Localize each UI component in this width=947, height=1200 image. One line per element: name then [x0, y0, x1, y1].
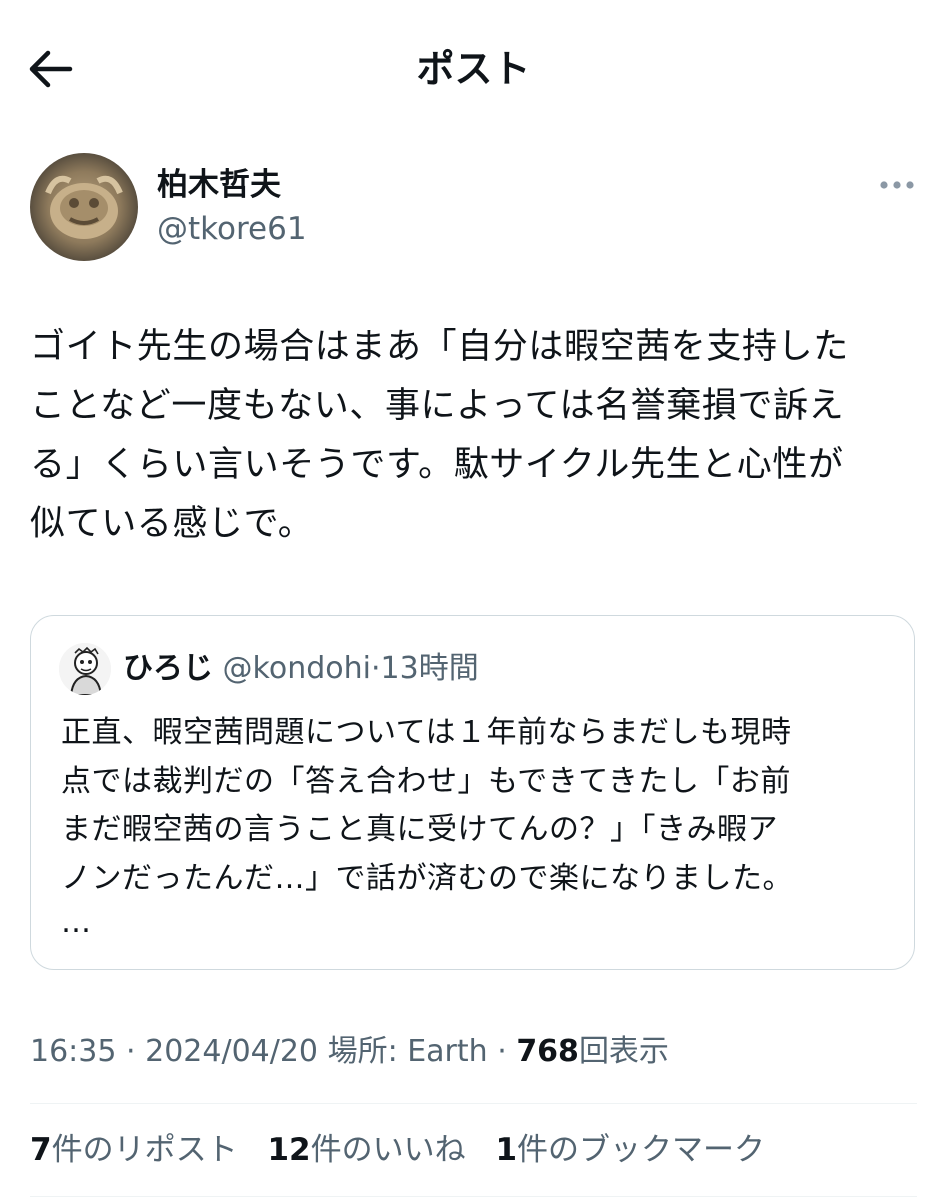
more-options-button[interactable]	[874, 170, 920, 200]
page-title: ポスト	[416, 47, 531, 91]
quoted-text-line: ノンだったんだ…」で話が済むので楽になりました。	[61, 860, 793, 896]
post-text: ゴイト先生の場合はまあ「自分は暇空茜を支持した ことなど一度もない、事によっては…	[30, 318, 925, 554]
divider	[30, 1103, 917, 1104]
separator-dot: ·	[126, 1034, 136, 1069]
bookmarks-count: 1	[495, 1132, 518, 1168]
quoted-post-card[interactable]: ひろじ @kondohi·13時間 正直、暇空茜問題については１年前ならまだしも…	[30, 615, 915, 970]
post-location: 場所: Earth	[327, 1034, 488, 1069]
post-text-line: 似ている感じで。	[30, 504, 314, 544]
author-name[interactable]: 柏木哲夫	[157, 164, 281, 206]
view-count: 768	[516, 1034, 579, 1069]
post-date[interactable]: 2024/04/20	[145, 1034, 318, 1069]
likes-label: 件のいいね	[310, 1132, 466, 1168]
reposts-count: 7	[30, 1132, 52, 1168]
top-bar: ポスト	[0, 0, 947, 140]
crab-avatar-image	[30, 153, 138, 261]
quoted-text-line: まだ暇空茜の言うこと真に受けてんの？」「きみ暇ア	[61, 812, 778, 847]
post-text-line: る」くらい言いそうです。駄サイクル先生と心性が	[30, 445, 844, 485]
quoted-post-header: ひろじ @kondohi·13時間	[123, 649, 479, 689]
separator-dot: ·	[370, 651, 381, 686]
reposts-count-link[interactable]: 7件のリポスト	[30, 1132, 238, 1168]
author-handle[interactable]: @tkore61	[157, 208, 307, 250]
post-text-line: ことなど一度もない、事によっては名誉棄損で訴え	[30, 386, 845, 426]
likes-count-link[interactable]: 12件のいいね	[267, 1132, 465, 1168]
post-text-line: ゴイト先生の場合はまあ「自分は暇空茜を支持した	[30, 327, 849, 367]
quoted-text-line: 正直、暇空茜問題については１年前ならまだしも現時	[61, 715, 792, 750]
post-time[interactable]: 16:35	[30, 1034, 116, 1069]
quoted-post-time: 13時間	[380, 651, 479, 686]
bookmarks-label: 件のブックマーク	[517, 1132, 766, 1168]
engagement-stats: 7件のリポスト 12件のいいね 1件のブックマーク	[30, 1128, 785, 1172]
view-count-label: 回表示	[578, 1034, 669, 1069]
likes-count: 12	[267, 1132, 311, 1168]
quoted-author-name: ひろじ	[123, 651, 213, 686]
quoted-post-text: 正直、暇空茜問題については１年前ならまだしも現時 点では裁判だの「答え合わせ」も…	[61, 709, 901, 903]
reposts-label: 件のリポスト	[51, 1132, 238, 1168]
divider	[30, 1196, 917, 1197]
author-avatar[interactable]	[30, 153, 138, 261]
quoted-text-line: 点では裁判だの「答え合わせ」もできてきたし「お前	[61, 763, 791, 799]
quoted-text-ellipsis: …	[61, 905, 91, 940]
bookmarks-count-link[interactable]: 1件のブックマーク	[495, 1132, 765, 1168]
separator-dot: ·	[497, 1034, 507, 1069]
quoted-author-avatar	[59, 643, 111, 695]
quoted-author-handle: @kondohi	[222, 651, 371, 686]
cartoon-avatar-image	[59, 643, 111, 695]
post-meta: 16:35 · 2024/04/20 場所: Earth · 768回表示	[30, 1030, 669, 1074]
more-horizontal-icon	[880, 181, 914, 189]
